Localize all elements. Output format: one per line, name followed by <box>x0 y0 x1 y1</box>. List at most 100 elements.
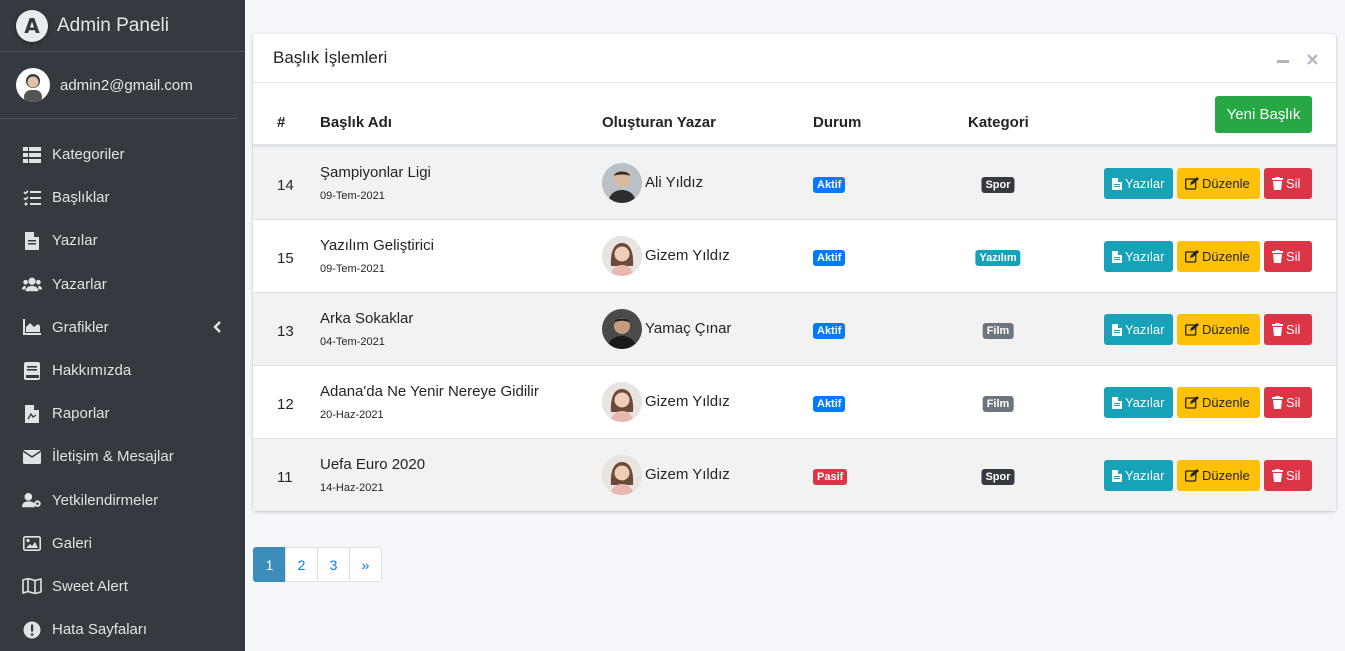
delete-button-label: Sil <box>1286 395 1301 410</box>
minimize-icon[interactable] <box>1277 60 1289 63</box>
new-heading-button[interactable]: Yeni Başlık <box>1215 96 1312 133</box>
status-badge: Aktif <box>813 396 846 412</box>
user-panel[interactable]: admin2@gmail.com <box>0 52 237 119</box>
row-title: Arka Sokaklar <box>320 310 414 327</box>
headings-card: Başlık İşlemleri # Başlık Adı Oluşturan … <box>253 34 1336 511</box>
trash-icon <box>1272 323 1283 336</box>
posts-button[interactable]: Yazılar <box>1104 460 1173 491</box>
sidebar-item-yetkilendirmeler[interactable]: Yetkilendirmeler <box>0 479 245 522</box>
page-1-button[interactable]: 1 <box>253 547 286 582</box>
sidebar-item-iletisim[interactable]: İletişim & Mesajlar <box>0 435 245 478</box>
posts-button[interactable]: Yazılar <box>1104 241 1173 272</box>
status-badge: Pasif <box>813 469 848 485</box>
card-title: Başlık İşlemleri <box>273 48 388 67</box>
edit-button[interactable]: Düzenle <box>1177 168 1260 199</box>
row-actions: Yazılar Düzenle Sil <box>1104 168 1312 199</box>
sidebar-item-label: Başlıklar <box>52 189 110 207</box>
edit-button[interactable]: Düzenle <box>1177 241 1260 272</box>
author-avatar <box>602 382 642 422</box>
users-icon <box>22 275 42 293</box>
sidebar-item-label: İletişim & Mesajlar <box>52 448 174 466</box>
row-title: Yazılım Geliştirici <box>320 237 434 254</box>
close-icon[interactable] <box>1307 52 1318 70</box>
sidebar-item-yazarlar[interactable]: Yazarlar <box>0 263 245 306</box>
row-author: Gizem Yıldız <box>645 247 730 264</box>
sidebar-item-sweet-alert[interactable]: Sweet Alert <box>0 565 245 608</box>
posts-button[interactable]: Yazılar <box>1104 387 1173 418</box>
delete-button[interactable]: Sil <box>1264 168 1312 199</box>
brand-title: Admin Paneli <box>57 14 169 36</box>
edit-button[interactable]: Düzenle <box>1177 387 1260 418</box>
sidebar-item-grafikler[interactable]: Grafikler <box>0 306 245 349</box>
sidebar-item-label: Yazarlar <box>52 275 107 293</box>
edit-button[interactable]: Düzenle <box>1177 460 1260 491</box>
brand-logo-letter: A <box>24 13 40 38</box>
sidebar-item-kategoriler[interactable]: Kategoriler <box>0 133 245 176</box>
sidebar-item-label: Raporlar <box>52 405 110 423</box>
card-tools <box>1277 52 1318 70</box>
sidebar-item-label: Yazılar <box>52 232 98 250</box>
status-badge: Aktif <box>813 323 846 339</box>
envelope-icon <box>22 448 42 466</box>
delete-button[interactable]: Sil <box>1264 460 1312 491</box>
sidebar-item-galeri[interactable]: Galeri <box>0 522 245 565</box>
posts-button[interactable]: Yazılar <box>1104 314 1173 345</box>
edit-button-label: Düzenle <box>1202 176 1250 191</box>
author-avatar <box>602 236 642 276</box>
sidebar-item-basliklar[interactable]: Başlıklar <box>0 176 245 219</box>
brand-link[interactable]: A Admin Paneli <box>0 0 245 52</box>
sidebar-item-label: Grafikler <box>52 318 109 336</box>
category-badge: Spor <box>981 469 1015 485</box>
sidebar-item-label: Galeri <box>52 534 93 552</box>
sidebar-item-hata-sayfalari[interactable]: Hata Sayfaları <box>0 608 245 651</box>
sidebar: A Admin Paneli admin2@gmail.com Kategori… <box>0 0 245 651</box>
image-icon <box>22 534 42 552</box>
trash-icon <box>1272 177 1283 190</box>
delete-button[interactable]: Sil <box>1264 314 1312 345</box>
posts-button[interactable]: Yazılar <box>1104 168 1173 199</box>
sidebar-item-label: Hakkımızda <box>52 362 132 380</box>
next-page-button[interactable]: » <box>349 547 382 582</box>
edit-button-label: Düzenle <box>1202 395 1250 410</box>
edit-button-label: Düzenle <box>1202 249 1250 264</box>
map-icon <box>22 577 42 595</box>
row-id: 13 <box>277 323 294 340</box>
edit-icon <box>1185 250 1199 263</box>
sidebar-item-label: Sweet Alert <box>52 577 128 595</box>
table-row: 11 Uefa Euro 2020 14-Haz-2021 Gizem Yıldız P… <box>253 438 1336 511</box>
file-icon <box>1112 323 1122 336</box>
posts-button-label: Yazılar <box>1125 249 1165 264</box>
page-2-button[interactable]: 2 <box>285 547 318 582</box>
table-row: 12 Adana'da Ne Yenir Nereye Gidilir 20-Haz… <box>253 365 1336 438</box>
list-check-icon <box>22 189 42 207</box>
delete-button[interactable]: Sil <box>1264 241 1312 272</box>
sidebar-item-label: Yetkilendirmeler <box>52 491 159 509</box>
edit-icon <box>1185 323 1199 336</box>
row-title: Adana'da Ne Yenir Nereye Gidilir <box>320 383 539 400</box>
category-badge: Film <box>982 323 1014 339</box>
trash-icon <box>1272 469 1283 482</box>
status-badge: Aktif <box>813 177 846 193</box>
pagination: 1 2 3 » <box>253 547 382 582</box>
row-date: 04-Tem-2021 <box>320 336 385 348</box>
delete-button-label: Sil <box>1286 176 1301 191</box>
file-pdf-icon <box>22 404 42 423</box>
table-icon <box>22 146 42 164</box>
row-author: Gizem Yıldız <box>645 393 730 410</box>
delete-button[interactable]: Sil <box>1264 387 1312 418</box>
chevron-left-icon[interactable] <box>213 320 221 337</box>
card-header: Başlık İşlemleri <box>253 34 1336 83</box>
edit-icon <box>1185 469 1199 482</box>
sidebar-item-raporlar[interactable]: Raporlar <box>0 392 245 435</box>
row-date: 09-Tem-2021 <box>320 263 385 275</box>
row-date: 20-Haz-2021 <box>320 409 384 421</box>
sidebar-item-yazilar[interactable]: Yazılar <box>0 219 245 262</box>
edit-button[interactable]: Düzenle <box>1177 314 1260 345</box>
book-icon <box>22 361 42 380</box>
edit-icon <box>1185 177 1199 190</box>
user-email[interactable]: admin2@gmail.com <box>60 77 193 94</box>
sidebar-item-hakkimizda[interactable]: Hakkımızda <box>0 349 245 392</box>
page-3-button[interactable]: 3 <box>317 547 350 582</box>
row-author: Ali Yıldız <box>645 174 704 191</box>
category-badge: Film <box>982 396 1014 412</box>
